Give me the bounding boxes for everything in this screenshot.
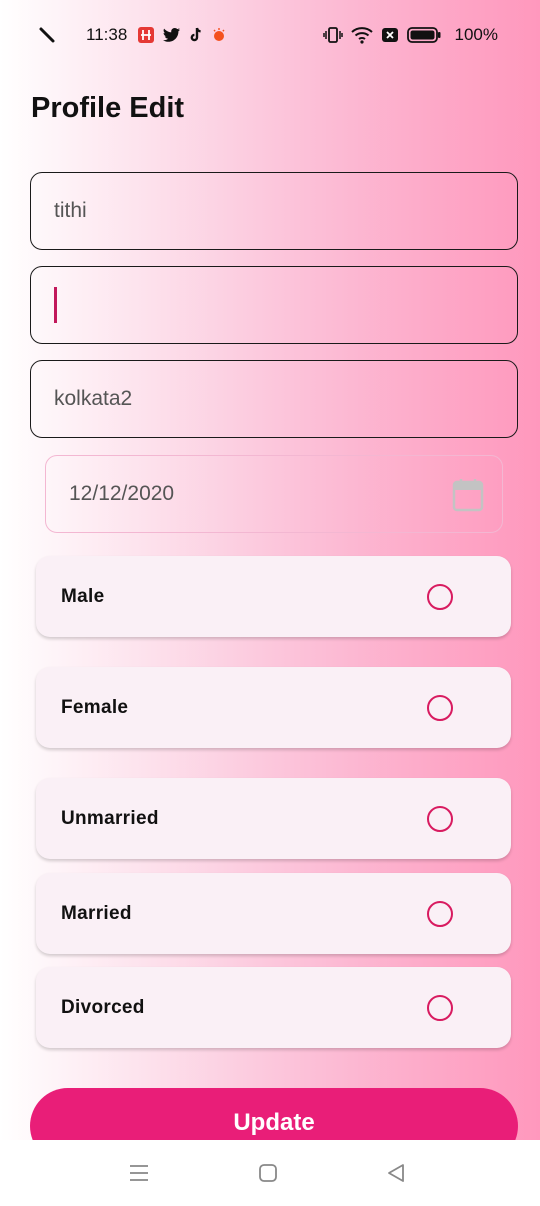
profile-edit-screen: 11:38 100% Profile Edit tithi kolkata2 1… — [0, 0, 540, 1140]
app-notification-icon — [137, 26, 155, 44]
radio-male[interactable] — [427, 584, 453, 610]
option-unmarried-label: Unmarried — [61, 807, 159, 829]
address-field-value: kolkata2 — [54, 387, 133, 410]
status-bar: 11:38 100% — [0, 0, 540, 70]
battery-icon — [406, 26, 441, 44]
status-left: 11:38 — [38, 22, 235, 48]
option-male-label: Male — [61, 585, 105, 607]
page-title: Profile Edit — [31, 92, 185, 124]
option-female-label: Female — [61, 696, 129, 718]
twitter-icon — [163, 27, 181, 43]
second-field[interactable] — [30, 266, 518, 344]
status-right: 100% — [322, 22, 498, 48]
update-button[interactable]: Update — [30, 1088, 518, 1140]
notification-dot-icon — [211, 27, 227, 43]
home-icon[interactable] — [257, 1162, 279, 1184]
recents-icon[interactable] — [128, 1162, 150, 1184]
option-divorced[interactable]: Divorced — [36, 967, 511, 1048]
system-nav-bar — [0, 1140, 540, 1206]
option-female[interactable]: Female — [36, 667, 511, 748]
option-married-label: Married — [61, 902, 132, 924]
vibrate-icon — [322, 26, 343, 44]
option-divorced-label: Divorced — [61, 996, 145, 1018]
option-male[interactable]: Male — [36, 556, 511, 637]
option-married[interactable]: Married — [36, 873, 511, 954]
radio-female[interactable] — [427, 695, 453, 721]
slash-indicator-icon — [38, 26, 56, 44]
radio-divorced[interactable] — [427, 995, 453, 1021]
date-field-value: 12/12/2020 — [69, 482, 175, 505]
radio-married[interactable] — [427, 901, 453, 927]
battery-percent: 100% — [454, 25, 498, 44]
wifi-icon — [350, 26, 373, 44]
status-time: 11:38 — [86, 25, 128, 44]
option-unmarried[interactable]: Unmarried — [36, 778, 511, 859]
sim-off-icon — [381, 27, 399, 43]
text-cursor — [54, 287, 57, 323]
radio-unmarried[interactable] — [427, 806, 453, 832]
name-field[interactable]: tithi — [30, 172, 518, 250]
address-field[interactable]: kolkata2 — [30, 360, 518, 438]
calendar-icon[interactable] — [452, 478, 484, 517]
back-icon[interactable] — [385, 1162, 407, 1184]
update-button-label: Update — [233, 1109, 315, 1136]
tiktok-icon — [189, 27, 203, 43]
name-field-value: tithi — [54, 199, 87, 222]
date-field[interactable]: 12/12/2020 — [45, 455, 503, 533]
